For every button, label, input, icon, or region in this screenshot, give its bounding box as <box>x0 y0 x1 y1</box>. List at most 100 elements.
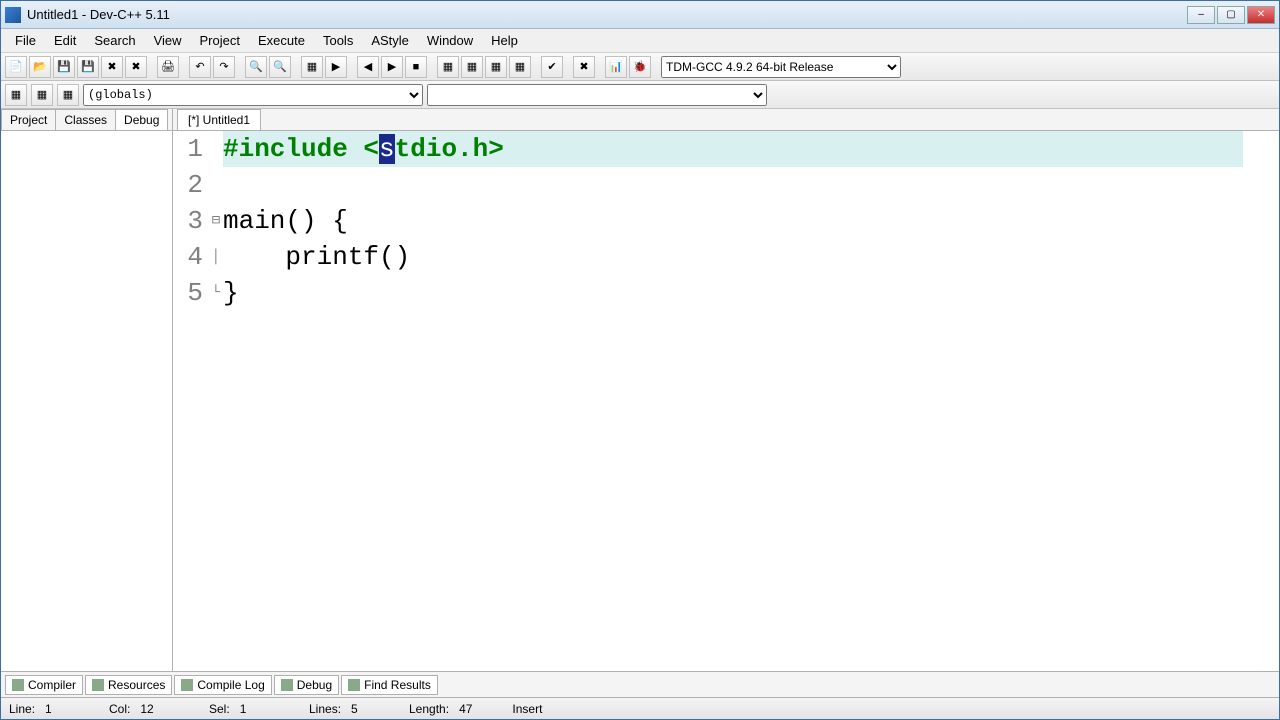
tab-debug[interactable]: Debug <box>115 109 168 130</box>
code-line-4[interactable]: printf() <box>223 239 410 275</box>
close-all-icon[interactable]: ✖ <box>125 56 147 78</box>
compile-run-icon[interactable]: ▦ <box>437 56 459 78</box>
titlebar: Untitled1 - Dev-C++ 5.11 – ▢ ✕ <box>1 1 1279 29</box>
tab-project[interactable]: Project <box>1 109 56 130</box>
menubar: File Edit Search View Project Execute To… <box>1 29 1279 53</box>
code-line-2[interactable] <box>223 167 239 203</box>
separator <box>149 56 155 78</box>
close-file-icon[interactable]: ✖ <box>101 56 123 78</box>
compile-icon[interactable]: ▦ <box>301 56 323 78</box>
close-button[interactable]: ✕ <box>1247 6 1275 24</box>
bottom-tabs: Compiler Resources Compile Log Debug Fin… <box>1 671 1279 697</box>
compiler-icon <box>12 679 24 691</box>
save-icon[interactable]: 💾 <box>53 56 75 78</box>
undo-icon[interactable]: ↶ <box>189 56 211 78</box>
line-number: 3 <box>173 203 209 239</box>
scope-select[interactable]: (globals) <box>83 84 423 106</box>
file-tabs: [*] Untitled1 <box>173 109 1279 131</box>
code-editor[interactable]: 1 #include <stdio.h> 2 3 ⊟ main() { <box>173 131 1279 671</box>
main-area: Project Classes Debug [*] Untitled1 1 #i… <box>1 109 1279 671</box>
tab-find-results[interactable]: Find Results <box>341 675 438 695</box>
back-icon[interactable]: ◀ <box>357 56 379 78</box>
forward-icon[interactable]: ▶ <box>381 56 403 78</box>
log-icon <box>181 679 193 691</box>
line-number: 2 <box>173 167 209 203</box>
fold-collapse-icon[interactable]: ⊟ <box>209 203 223 239</box>
menu-view[interactable]: View <box>146 31 190 50</box>
member-select[interactable] <box>427 84 767 106</box>
goto-icon[interactable]: ▦ <box>5 84 27 106</box>
window-controls: – ▢ ✕ <box>1187 6 1275 24</box>
toolbar-main: 📄 📂 💾 💾 ✖ ✖ 🖨 ↶ ↷ 🔍 🔍 ▦ ▶ ◀ ▶ ■ ▦ ▦ ▦ ▦ … <box>1 53 1279 81</box>
window-title: Untitled1 - Dev-C++ 5.11 <box>27 7 1187 22</box>
separator <box>181 56 187 78</box>
menu-project[interactable]: Project <box>192 31 248 50</box>
separator <box>565 56 571 78</box>
app-window: Untitled1 - Dev-C++ 5.11 – ▢ ✕ File Edit… <box>0 0 1280 720</box>
tab-resources[interactable]: Resources <box>85 675 172 695</box>
tab-compiler[interactable]: Compiler <box>5 675 83 695</box>
debug-icon <box>281 679 293 691</box>
fold-gutter <box>209 167 223 203</box>
debug-icon[interactable]: ▦ <box>485 56 507 78</box>
side-tabs: Project Classes Debug <box>1 109 172 131</box>
chart-icon[interactable]: 📊 <box>605 56 627 78</box>
app-icon <box>5 7 21 23</box>
menu-help[interactable]: Help <box>483 31 526 50</box>
line-number: 5 <box>173 275 209 311</box>
menu-execute[interactable]: Execute <box>250 31 313 50</box>
status-col: Col: 12 <box>109 702 169 716</box>
side-panel: Project Classes Debug <box>1 109 173 671</box>
resources-icon <box>92 679 104 691</box>
toolbar-secondary: ▦ ▦ ▦ (globals) <box>1 81 1279 109</box>
fold-gutter <box>209 131 223 167</box>
menu-file[interactable]: File <box>7 31 44 50</box>
editor-area: [*] Untitled1 1 #include <stdio.h> 2 <box>173 109 1279 671</box>
compiler-select[interactable]: TDM-GCC 4.9.2 64-bit Release <box>661 56 901 78</box>
file-tab-untitled[interactable]: [*] Untitled1 <box>177 109 261 130</box>
fold-line-icon: │ <box>209 239 223 275</box>
menu-search[interactable]: Search <box>86 31 143 50</box>
rebuild-icon[interactable]: ▦ <box>461 56 483 78</box>
run-icon[interactable]: ▶ <box>325 56 347 78</box>
separator <box>533 56 539 78</box>
separator <box>293 56 299 78</box>
delete-icon[interactable]: ✖ <box>573 56 595 78</box>
redo-icon[interactable]: ↷ <box>213 56 235 78</box>
print-icon[interactable]: 🖨 <box>157 56 179 78</box>
code-line-1[interactable]: #include <stdio.h> <box>223 131 1243 167</box>
bug-icon[interactable]: 🐞 <box>629 56 651 78</box>
find-icon <box>348 679 360 691</box>
separator <box>653 56 659 78</box>
menu-edit[interactable]: Edit <box>46 31 84 50</box>
separator <box>597 56 603 78</box>
minimize-button[interactable]: – <box>1187 6 1215 24</box>
menu-window[interactable]: Window <box>419 31 481 50</box>
replace-icon[interactable]: 🔍 <box>269 56 291 78</box>
separator <box>429 56 435 78</box>
status-sel: Sel: 1 <box>209 702 269 716</box>
tab-debug-bottom[interactable]: Debug <box>274 675 339 695</box>
save-all-icon[interactable]: 💾 <box>77 56 99 78</box>
statusbar: Line: 1 Col: 12 Sel: 1 Lines: 5 Length: … <box>1 697 1279 719</box>
tab-classes[interactable]: Classes <box>55 109 116 130</box>
bookmark-icon[interactable]: ▦ <box>31 84 53 106</box>
find-icon[interactable]: 🔍 <box>245 56 267 78</box>
new-file-icon[interactable]: 📄 <box>5 56 27 78</box>
fold-end-icon: └ <box>209 275 223 311</box>
status-length: Length: 47 <box>409 702 472 716</box>
toggle-icon[interactable]: ▦ <box>57 84 79 106</box>
open-icon[interactable]: 📂 <box>29 56 51 78</box>
stop-icon[interactable]: ■ <box>405 56 427 78</box>
line-number: 1 <box>173 131 209 167</box>
status-mode: Insert <box>512 702 572 716</box>
code-line-3[interactable]: main() { <box>223 203 348 239</box>
line-number: 4 <box>173 239 209 275</box>
menu-tools[interactable]: Tools <box>315 31 361 50</box>
profile-icon[interactable]: ▦ <box>509 56 531 78</box>
menu-astyle[interactable]: AStyle <box>363 31 417 50</box>
tab-compile-log[interactable]: Compile Log <box>174 675 271 695</box>
code-line-5[interactable]: } <box>223 275 239 311</box>
check-icon[interactable]: ✔ <box>541 56 563 78</box>
maximize-button[interactable]: ▢ <box>1217 6 1245 24</box>
